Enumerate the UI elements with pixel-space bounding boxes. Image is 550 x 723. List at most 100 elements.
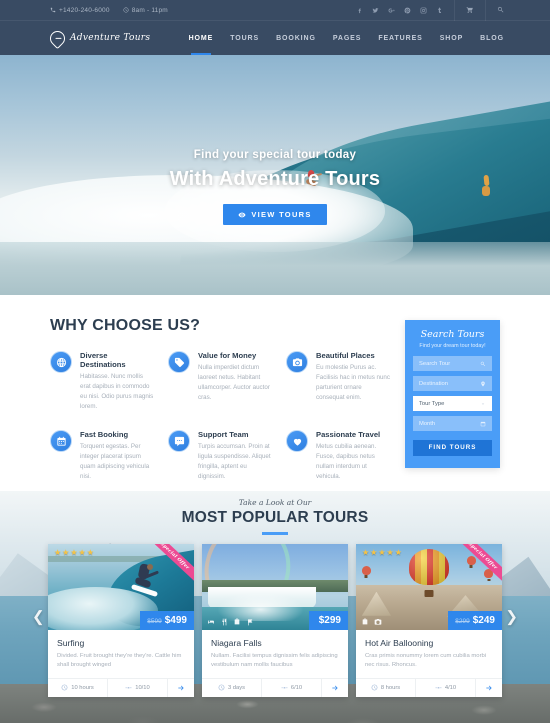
camera-icon (286, 351, 308, 373)
nav-item-pages[interactable]: PAGES (333, 25, 362, 52)
tour-details-arrow[interactable] (168, 679, 194, 697)
nav-item-home[interactable]: HOME (189, 25, 214, 52)
month-input[interactable]: Month (413, 416, 492, 431)
nav-item-tours[interactable]: TOURS (230, 25, 259, 52)
tour-details-arrow[interactable] (476, 679, 502, 697)
clock-icon (218, 684, 225, 691)
tour-card-body: Surfing Divided. Fruit brought they're t… (48, 630, 194, 678)
tour-card-footer: 3 days 6/10 (202, 677, 348, 697)
nav-item-booking[interactable]: BOOKING (276, 25, 316, 52)
search-icon[interactable] (497, 6, 505, 14)
clock-icon (123, 7, 129, 13)
tour-duration: 3 days (202, 678, 262, 697)
tour-type-select[interactable]: Tour Type (413, 396, 492, 411)
tour-card-niagara-falls[interactable]: $299 Niagara Falls Nullam. Facilisi temp… (202, 543, 348, 697)
star-icon: ★ (362, 547, 370, 557)
star-icon: ★ (78, 547, 86, 557)
top-bar-actions (356, 0, 504, 21)
tours-eyebrow: Take a Look at Our (238, 498, 312, 507)
duration-label: 3 days (227, 684, 246, 691)
tumblr-icon[interactable] (436, 7, 443, 14)
month-placeholder: Month (419, 420, 436, 427)
find-tours-button[interactable]: FIND TOURS (413, 439, 492, 456)
rating-label: 4/10 (444, 684, 457, 691)
tour-amenities (361, 618, 382, 626)
gauge-icon (435, 687, 442, 689)
nav-item-shop[interactable]: SHOP (440, 25, 463, 52)
clock-icon (371, 684, 378, 691)
tour-rating: 10/10 (108, 678, 168, 697)
feature-heading: Diverse Destinations (80, 351, 126, 369)
search-card-subtitle: Find your dream tour today! (419, 343, 486, 349)
cart-icon[interactable] (466, 6, 474, 14)
hero-title: With Adventure Tours (169, 168, 381, 190)
feature-item-support-team: Support Team Turpis accumsan. Proin at l… (168, 430, 272, 482)
top-bar-contact: +1420-240-6000 8am - 11pm (50, 7, 168, 14)
view-tours-button[interactable]: VIEW TOURS (223, 204, 327, 225)
rating-stars: ★ ★ ★ ★ ★ (362, 547, 402, 557)
bed-icon (208, 619, 214, 624)
feature-text: Eu molestie Purus ac. Facilisis hac in m… (316, 364, 390, 402)
star-icon: ★ (378, 547, 386, 557)
search-tours-card: Search Tours Find your dream tour today!… (405, 320, 500, 468)
instagram-icon[interactable] (420, 7, 427, 14)
chevron-left-icon[interactable]: ❮ (32, 609, 45, 624)
phone-info: +1420-240-6000 (50, 7, 110, 14)
tour-rating: 6/10 (262, 678, 322, 697)
view-tours-label: VIEW TOURS (251, 210, 312, 219)
luggage-icon (234, 618, 240, 624)
phone-number: +1420-240-6000 (59, 6, 110, 14)
compass-pin-icon (46, 27, 69, 49)
feature-heading: Passionate Travel (316, 430, 381, 440)
heart-icon (286, 430, 308, 453)
twitter-icon[interactable] (372, 7, 379, 14)
feature-item-fast-booking: Fast Booking Torquent egestas. Per integ… (50, 430, 154, 482)
site-logo[interactable]: Adventure Tours (46, 27, 150, 49)
opening-hours: 8am - 11pm (131, 6, 168, 14)
social-links (356, 7, 443, 14)
google-plus-icon[interactable] (388, 7, 395, 14)
flag-icon (248, 618, 253, 625)
feature-text: Nulla imperdiet dictum laoreet netus. Ha… (198, 364, 270, 402)
tours-title: MOST POPULAR TOURS (181, 509, 369, 526)
feature-item-diverse-destinations: Diverse Destinations Habitasse. Nunc mol… (50, 351, 154, 412)
destination-input[interactable]: Destination (413, 376, 492, 391)
phone-icon (50, 7, 56, 13)
feature-heading: Value for Money (198, 351, 257, 360)
tour-card-hot-air-ballooning[interactable]: ★ ★ ★ ★ ★ Special Offer $299 $249 Hot Ai… (356, 543, 502, 697)
tour-card-image: $299 (202, 543, 348, 630)
pinterest-icon[interactable] (404, 7, 411, 14)
feature-text: Habitasse. Nunc mollis erat dapibus in c… (80, 373, 154, 411)
popular-tours-section: Take a Look at Our MOST POPULAR TOURS ❮ … (0, 491, 550, 723)
search-tour-placeholder: Search Tour (419, 360, 451, 367)
nav-item-features[interactable]: FEATURES (378, 25, 422, 52)
tour-cards: ★ ★ ★ ★ ★ Special Offer $599 $499 Surfin… (0, 535, 550, 697)
rating-label: 10/10 (135, 684, 150, 691)
tour-type-value: Tour Type (419, 400, 445, 407)
tours-heading: Take a Look at Our MOST POPULAR TOURS (0, 491, 550, 535)
feature-text: Metus cubilia aenean. Fusce, dapibus net… (316, 443, 377, 481)
tour-duration: 8 hours (356, 678, 416, 697)
facebook-icon[interactable] (356, 7, 363, 14)
hero-subtitle: Find your special tour today (193, 149, 357, 161)
feature-grid: Diverse Destinations Habitasse. Nunc mol… (50, 351, 390, 482)
search-tour-input[interactable]: Search Tour (413, 356, 492, 371)
tour-title: Niagara Falls (211, 637, 262, 648)
camera-icon (374, 618, 382, 625)
tour-price: $299 (308, 610, 348, 630)
price-current: $249 (472, 614, 495, 626)
tour-title: Hot Air Ballooning (365, 637, 434, 648)
feature-text: Torquent egestas. Per integer placerat i… (80, 443, 150, 481)
rating-stars: ★ ★ ★ ★ ★ (54, 547, 94, 557)
star-icon: ★ (70, 547, 78, 557)
duration-label: 10 hours (71, 684, 94, 691)
nav-item-blog[interactable]: BLOG (480, 25, 504, 52)
star-icon: ★ (86, 547, 94, 557)
chevron-right-icon[interactable]: ❯ (505, 609, 518, 624)
tour-card-footer: 8 hours 4/10 (356, 677, 502, 697)
tour-card-surfing[interactable]: ★ ★ ★ ★ ★ Special Offer $599 $499 Surfin… (48, 543, 194, 697)
tour-description: Nullam. Facilisi tempus dignissim felis … (211, 652, 338, 669)
tour-details-arrow[interactable] (322, 679, 348, 697)
star-icon: ★ (54, 547, 62, 557)
search-card-title: Search Tours (420, 329, 485, 340)
